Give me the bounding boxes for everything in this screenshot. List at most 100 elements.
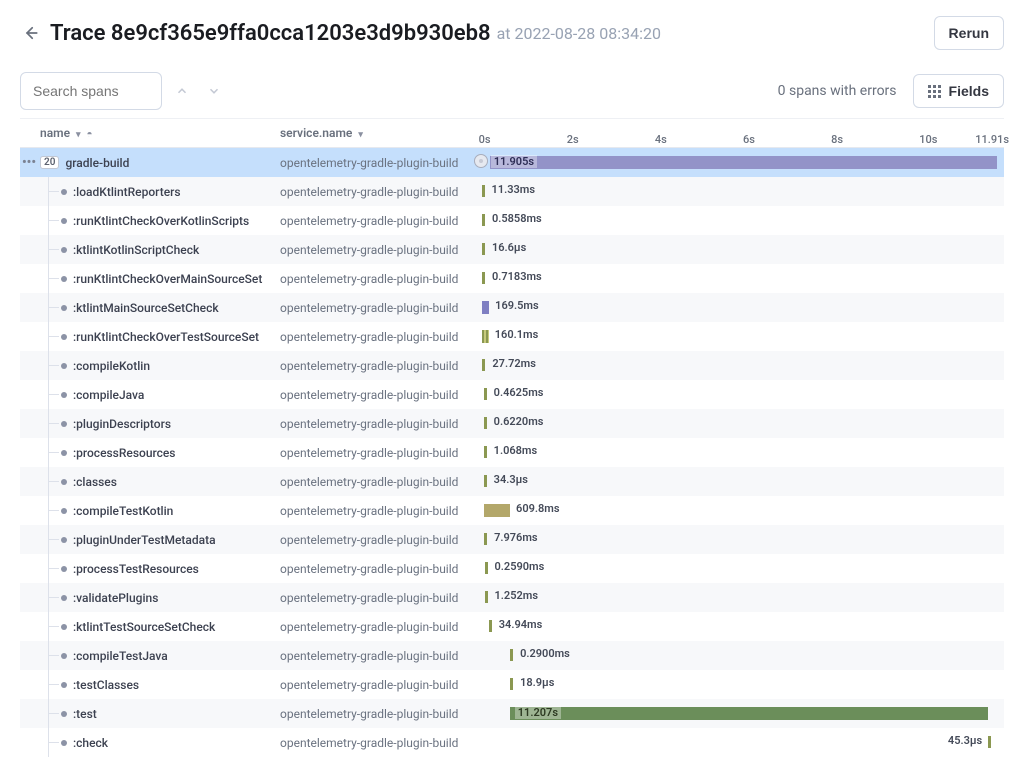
search-input[interactable] bbox=[20, 72, 162, 110]
span-bar-cell[interactable]: 27.72ms bbox=[470, 351, 1004, 380]
rerun-button[interactable]: Rerun bbox=[934, 16, 1004, 50]
span-bar[interactable] bbox=[482, 214, 485, 226]
span-tree-cell: :ktlintKotlinScriptCheck bbox=[20, 235, 280, 264]
span-bar[interactable] bbox=[510, 678, 513, 690]
span-dot-icon bbox=[61, 479, 67, 485]
span-row[interactable]: :compileTestKotlinopentelemetry-gradle-p… bbox=[20, 496, 1004, 525]
span-bar[interactable] bbox=[510, 707, 987, 720]
span-name: :ktlintMainSourceSetCheck bbox=[73, 301, 219, 315]
service-name: opentelemetry-gradle-plugin-build bbox=[280, 475, 470, 489]
span-duration-label: 0.7183ms bbox=[492, 270, 542, 283]
span-bar-cell[interactable]: 18.9µs bbox=[470, 670, 1004, 699]
span-row[interactable]: :testopentelemetry-gradle-plugin-build11… bbox=[20, 699, 1004, 728]
timeline-tick: 8s bbox=[831, 133, 843, 146]
span-row[interactable]: :runKtlintCheckOverMainSourceSetopentele… bbox=[20, 264, 1004, 293]
service-name: opentelemetry-gradle-plugin-build bbox=[280, 417, 470, 431]
span-bar[interactable] bbox=[482, 359, 485, 371]
span-bar[interactable] bbox=[510, 649, 513, 661]
span-row[interactable]: :runKtlintCheckOverTestSourceSetopentele… bbox=[20, 322, 1004, 351]
next-result-button[interactable] bbox=[202, 79, 226, 103]
span-duration-label: 0.6220ms bbox=[494, 415, 544, 428]
span-duration-label: 609.8ms bbox=[516, 502, 559, 515]
span-bar-cell[interactable]: 0.5858ms bbox=[470, 206, 1004, 235]
span-name: :validatePlugins bbox=[73, 591, 158, 605]
span-bar-cell[interactable]: 169.5ms bbox=[470, 293, 1004, 322]
span-bar[interactable] bbox=[484, 533, 487, 545]
span-bar[interactable] bbox=[484, 388, 487, 400]
service-name: opentelemetry-gradle-plugin-build bbox=[280, 243, 470, 257]
span-bar-cell[interactable]: 160.1ms bbox=[470, 322, 1004, 351]
span-bar-cell[interactable]: 0.6220ms bbox=[470, 409, 1004, 438]
span-bar-cell[interactable]: 0.7183ms bbox=[470, 264, 1004, 293]
span-bar[interactable] bbox=[485, 562, 488, 574]
timeline-tick: 4s bbox=[655, 133, 667, 146]
span-name: :loadKtlintReporters bbox=[73, 185, 181, 199]
service-name: opentelemetry-gradle-plugin-build bbox=[280, 359, 470, 373]
span-dot-icon bbox=[61, 566, 67, 572]
column-header-name[interactable]: name ▾ ◓ bbox=[20, 126, 280, 140]
service-name: opentelemetry-gradle-plugin-build bbox=[280, 185, 470, 199]
span-row[interactable]: :runKtlintCheckOverKotlinScriptsopentele… bbox=[20, 206, 1004, 235]
span-bar[interactable] bbox=[482, 301, 489, 314]
span-bar-cell[interactable]: 45.3µs bbox=[470, 728, 1004, 757]
span-bar-cell[interactable]: 0.2900ms bbox=[470, 641, 1004, 670]
span-dot-icon bbox=[61, 189, 67, 195]
span-bar[interactable] bbox=[988, 736, 991, 748]
span-bar-cell[interactable]: 0.2590ms bbox=[470, 554, 1004, 583]
span-tree-cell: :compileTestJava bbox=[20, 641, 280, 670]
span-row[interactable]: :compileJavaopentelemetry-gradle-plugin-… bbox=[20, 380, 1004, 409]
span-bar-cell[interactable]: 16.6µs bbox=[470, 235, 1004, 264]
span-row[interactable]: :checkopentelemetry-gradle-plugin-build4… bbox=[20, 728, 1004, 757]
span-bar[interactable] bbox=[485, 591, 488, 603]
span-bar-cell[interactable]: 11.33ms bbox=[470, 177, 1004, 206]
span-row[interactable]: :classesopentelemetry-gradle-plugin-buil… bbox=[20, 467, 1004, 496]
span-bar[interactable] bbox=[484, 504, 510, 517]
span-bar-cell[interactable]: 609.8ms bbox=[470, 496, 1004, 525]
span-bar[interactable] bbox=[490, 156, 997, 169]
span-bar[interactable] bbox=[482, 330, 489, 343]
child-count-badge[interactable]: 20 bbox=[40, 156, 59, 169]
span-row[interactable]: :ktlintKotlinScriptCheckopentelemetry-gr… bbox=[20, 235, 1004, 264]
fields-button[interactable]: Fields bbox=[913, 74, 1004, 108]
span-row[interactable]: :loadKtlintReporters opentelemetry-gradle… bbox=[20, 177, 1004, 206]
span-bar[interactable] bbox=[482, 272, 485, 284]
span-row[interactable]: :ktlintTestSourceSetCheckopentelemetry-g… bbox=[20, 612, 1004, 641]
span-bar[interactable] bbox=[489, 620, 492, 632]
span-bar[interactable] bbox=[482, 185, 485, 197]
span-row[interactable]: :pluginDescriptorsopentelemetry-gradle-p… bbox=[20, 409, 1004, 438]
prev-result-button[interactable] bbox=[170, 79, 194, 103]
span-tree-cell: :check bbox=[20, 728, 280, 757]
span-bar[interactable] bbox=[482, 243, 485, 255]
span-bar-cell[interactable]: 11.905s bbox=[470, 148, 1004, 177]
span-bar-cell[interactable]: 1.252ms bbox=[470, 583, 1004, 612]
span-bar[interactable] bbox=[484, 446, 487, 458]
span-tree-cell: :ktlintMainSourceSetCheck bbox=[20, 293, 280, 322]
span-row[interactable]: :validatePluginsopentelemetry-gradle-plu… bbox=[20, 583, 1004, 612]
service-name: opentelemetry-gradle-plugin-build bbox=[280, 707, 470, 721]
span-row[interactable]: :pluginUnderTestMetadataopentelemetry-gr… bbox=[20, 525, 1004, 554]
span-bar[interactable] bbox=[484, 417, 487, 429]
span-row[interactable]: :ktlintMainSourceSetCheckopentelemetry-g… bbox=[20, 293, 1004, 322]
span-row[interactable]: •••20gradle-buildopentelemetry-gradle-pl… bbox=[20, 148, 1004, 177]
column-header-service[interactable]: service.name ▾ bbox=[280, 126, 470, 140]
span-duration-label: 16.6µs bbox=[492, 241, 526, 254]
span-tree-cell: :processResources bbox=[20, 438, 280, 467]
span-bar-cell[interactable]: 11.207s bbox=[470, 699, 1004, 728]
back-arrow-icon[interactable] bbox=[20, 23, 40, 43]
actions-icon[interactable]: ••• bbox=[22, 155, 36, 170]
span-bar-cell[interactable]: 7.976ms bbox=[470, 525, 1004, 554]
service-name: opentelemetry-gradle-plugin-build bbox=[280, 214, 470, 228]
span-name: :runKtlintCheckOverMainSourceSet bbox=[73, 272, 262, 286]
span-row[interactable]: :compileTestJavaopentelemetry-gradle-plu… bbox=[20, 641, 1004, 670]
span-row[interactable]: :processTestResourcesopentelemetry-gradl… bbox=[20, 554, 1004, 583]
span-bar[interactable] bbox=[484, 475, 487, 487]
span-row[interactable]: :processResourcesopentelemetry-gradle-pl… bbox=[20, 438, 1004, 467]
span-bar-cell[interactable]: 34.3µs bbox=[470, 467, 1004, 496]
span-row[interactable]: :compileKotlinopentelemetry-gradle-plugi… bbox=[20, 351, 1004, 380]
span-bar-cell[interactable]: 34.94ms bbox=[470, 612, 1004, 641]
span-row[interactable]: :testClassesopentelemetry-gradle-plugin-… bbox=[20, 670, 1004, 699]
span-dot-icon bbox=[61, 450, 67, 456]
span-bar-cell[interactable]: 1.068ms bbox=[470, 438, 1004, 467]
span-tree-cell: :compileTestKotlin bbox=[20, 496, 280, 525]
span-bar-cell[interactable]: 0.4625ms bbox=[470, 380, 1004, 409]
